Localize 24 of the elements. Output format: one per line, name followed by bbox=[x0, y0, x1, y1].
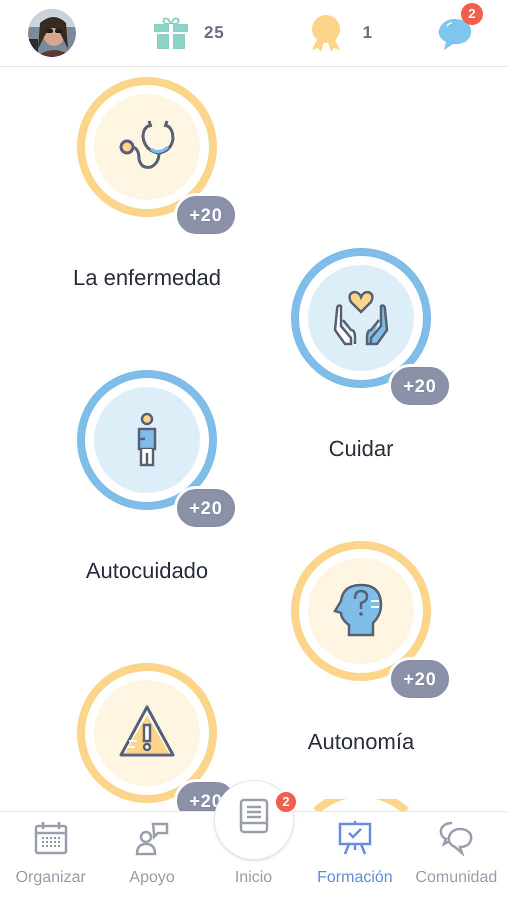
presentation-board-icon bbox=[336, 820, 373, 856]
tab-bar-item[interactable]: Inicio bbox=[234, 866, 272, 890]
module-title[interactable]: Autonomía bbox=[308, 725, 414, 758]
calendar-icon bbox=[32, 820, 69, 856]
tab-bar-item[interactable]: Comunidad bbox=[415, 820, 498, 890]
points-badge: +20 bbox=[174, 486, 238, 530]
module-title[interactable]: La enfermedad bbox=[73, 261, 221, 294]
gift-count: 25 bbox=[204, 22, 225, 44]
tab-bar-item[interactable]: Organizar bbox=[16, 820, 86, 890]
person-icon bbox=[136, 412, 158, 468]
points-badge: +20 bbox=[388, 364, 452, 408]
notification-badge: 2 bbox=[274, 790, 298, 814]
points-badge: +20 bbox=[174, 193, 238, 237]
tab-bar-item[interactable]: Formación bbox=[317, 820, 393, 890]
module-title[interactable]: Cuidar bbox=[328, 432, 394, 465]
inbox-icon bbox=[238, 798, 270, 834]
points-badge: +20 bbox=[388, 657, 452, 701]
gift-icon[interactable] bbox=[154, 17, 188, 49]
tab-bar-item[interactable]: Apoyo bbox=[129, 820, 175, 890]
person-chat-icon bbox=[134, 820, 170, 856]
module-title[interactable]: Autocuidado bbox=[86, 554, 208, 587]
speech-bubbles-icon bbox=[438, 820, 474, 856]
notification-badge: 2 bbox=[461, 3, 483, 25]
medal-count: 1 bbox=[362, 22, 372, 44]
